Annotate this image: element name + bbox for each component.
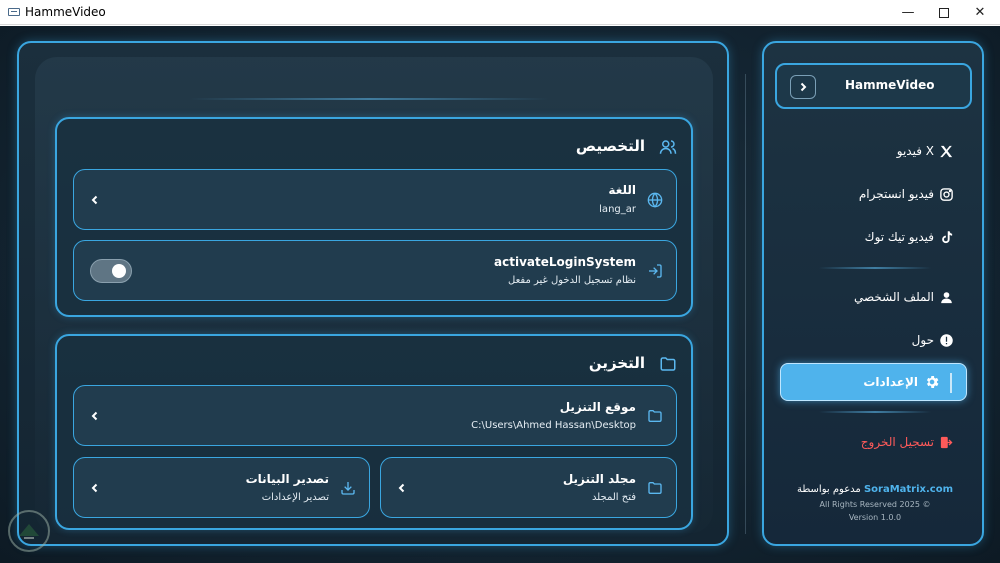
login-system-status: نظام تسجيل الدخول غير مفعل — [508, 275, 636, 286]
folder-icon — [648, 410, 662, 422]
download-folder-card[interactable]: مجلد التنزيل فتح المجلد — [380, 457, 677, 518]
window-titlebar: HammeVideo — ✕ — [0, 0, 1000, 25]
users-icon — [659, 140, 677, 154]
folder-icon — [660, 357, 676, 371]
language-title: اللغة — [608, 183, 636, 197]
sidebar-app-name: HammeVideo — [845, 78, 935, 92]
sidebar-header: HammeVideo — [775, 63, 972, 109]
credit-brand-link[interactable]: SoraMatrix.com — [864, 484, 953, 495]
language-value: lang_ar — [599, 204, 636, 215]
sidebar-item-label: تسجيل الخروج — [860, 435, 934, 449]
download-folder-title: مجلد التنزيل — [562, 472, 636, 486]
settings-panel: التخصيص اللغة lang_ar activateLoginSyste… — [17, 41, 729, 546]
watermark-logo — [8, 510, 50, 552]
folder-icon — [648, 482, 662, 494]
sidebar-item-label: الإعدادات — [863, 375, 918, 389]
window-title: HammeVideo — [25, 5, 106, 19]
sidebar-divider — [819, 411, 931, 413]
download-icon — [341, 482, 355, 495]
sidebar-item-about[interactable]: حول — [778, 327, 968, 355]
globe-icon — [647, 192, 663, 208]
login-system-title: activateLoginSystem — [494, 255, 636, 269]
sidebar-item-label: فيديو انستجرام — [858, 187, 934, 201]
chevron-left-icon[interactable] — [90, 411, 100, 421]
sidebar-divider — [819, 267, 931, 269]
sidebar-item-label: فيديو تيك توك — [864, 230, 934, 244]
close-button[interactable]: ✕ — [957, 0, 1000, 25]
download-location-card[interactable]: موقع التنزيل C:\Users\Ahmed Hassan\Deskt… — [73, 385, 677, 446]
sidebar-item-x-video[interactable]: فيديو X — [778, 138, 968, 166]
storage-section: التخزين موقع التنزيل C:\Users\Ahmed Hass… — [55, 334, 693, 530]
glow-divider — [189, 98, 549, 100]
sidebar-item-logout[interactable]: تسجيل الخروج — [778, 429, 968, 457]
maximize-icon — [939, 7, 949, 18]
sidebar-item-settings[interactable]: الإعدادات — [780, 363, 967, 401]
chevron-left-icon[interactable] — [90, 195, 100, 205]
section-title-storage: التخزين — [588, 354, 645, 372]
user-icon — [941, 292, 952, 304]
credit-prefix: مدعوم بواسطة — [796, 484, 861, 495]
sidebar-item-label: فيديو X — [896, 144, 934, 158]
info-icon — [940, 334, 953, 347]
copyright-text: All Rights Reserved 2025 © — [819, 500, 931, 509]
app-icon — [8, 8, 20, 16]
app-canvas: التخصيص اللغة lang_ar activateLoginSyste… — [0, 26, 1000, 563]
personalization-section: التخصيص اللغة lang_ar activateLoginSyste… — [55, 117, 693, 317]
version-text: Version 1.0.0 — [848, 513, 902, 522]
login-system-card: activateLoginSystem نظام تسجيل الدخول غي… — [73, 240, 677, 301]
chevron-left-icon[interactable] — [397, 483, 407, 493]
instagram-icon — [940, 188, 953, 201]
sidebar: HammeVideo فيديو X فيديو انستجرام فيديو … — [762, 41, 984, 546]
download-location-path: C:\Users\Ahmed Hassan\Desktop — [471, 420, 636, 431]
sidebar-item-profile[interactable]: الملف الشخصي — [778, 284, 968, 312]
login-icon — [649, 264, 662, 278]
tiktok-icon — [942, 231, 953, 244]
active-indicator — [950, 373, 952, 393]
export-data-card[interactable]: تصدير البيانات تصدير الإعدادات — [73, 457, 370, 518]
sidebar-item-instagram-video[interactable]: فيديو انستجرام — [778, 181, 968, 209]
export-data-action: تصدير الإعدادات — [261, 492, 329, 503]
export-data-title: تصدير البيانات — [245, 472, 329, 486]
sidebar-item-tiktok-video[interactable]: فيديو تيك توك — [778, 224, 968, 252]
x-logo-icon — [940, 145, 953, 158]
sidebar-item-label: حول — [911, 333, 934, 347]
powered-by-credit: مدعوم بواسطة SoraMatrix.com — [764, 484, 986, 495]
chevron-right-icon — [800, 82, 807, 92]
panel-separator — [745, 74, 746, 534]
chevron-left-icon[interactable] — [90, 483, 100, 493]
toggle-knob — [112, 264, 126, 278]
sidebar-item-label: الملف الشخصي — [854, 290, 934, 304]
login-system-toggle[interactable] — [90, 259, 132, 283]
download-location-title: موقع التنزيل — [559, 400, 636, 414]
language-setting-card[interactable]: اللغة lang_ar — [73, 169, 677, 230]
sidebar-toggle-button[interactable] — [790, 75, 816, 99]
gear-icon — [926, 376, 939, 388]
download-folder-action: فتح المجلد — [591, 492, 636, 503]
logout-icon — [940, 436, 953, 449]
section-title-personalization: التخصيص — [575, 137, 645, 155]
